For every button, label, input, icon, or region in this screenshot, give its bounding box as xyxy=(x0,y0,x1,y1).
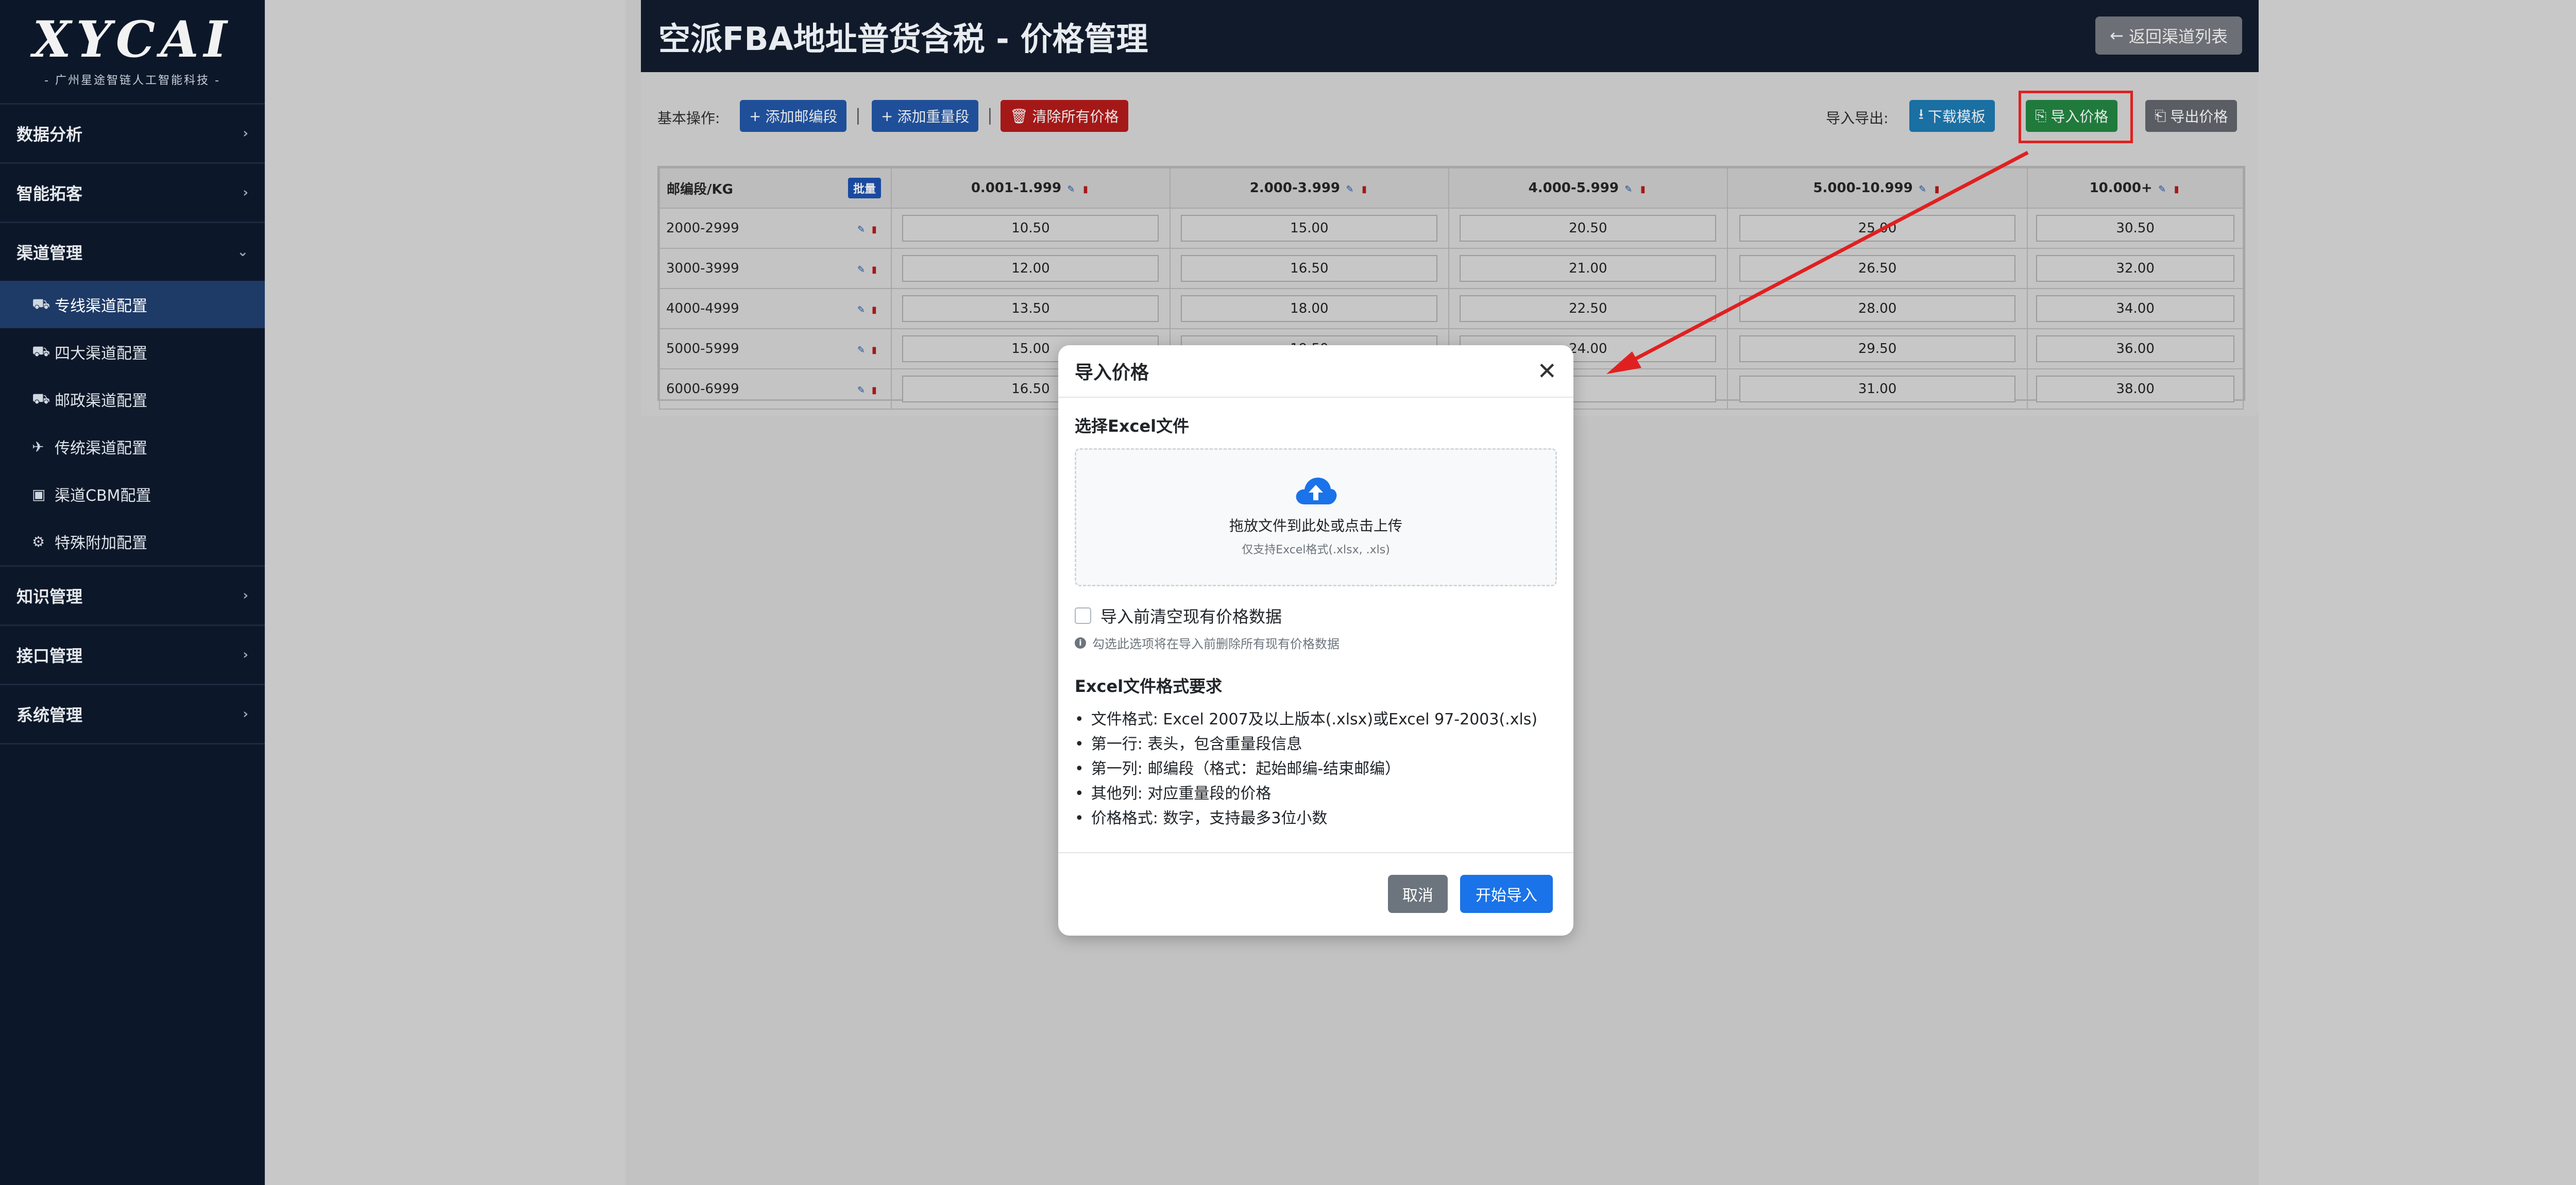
cancel-button[interactable]: 取消 xyxy=(1388,875,1448,913)
cloud-upload-icon xyxy=(1076,475,1555,509)
help-text: 勾选此选项将在导入前删除所有现有价格数据 xyxy=(1092,637,1340,651)
list-item: 价格格式: 数字，支持最多3位小数 xyxy=(1075,806,1557,831)
close-icon[interactable]: ✕ xyxy=(1537,357,1557,385)
list-item: 其他列: 对应重量段的价格 xyxy=(1075,782,1557,806)
upload-format-hint: 仅支持Excel格式(.xlsx, .xls) xyxy=(1242,544,1390,556)
info-icon: i xyxy=(1075,637,1086,649)
arrow-line xyxy=(1627,150,2029,365)
requirements-list: 文件格式: Excel 2007及以上版本(.xlsx)或Excel 97-20… xyxy=(1075,707,1557,831)
import-prices-modal: 导入价格 ✕ 选择Excel文件 拖放文件到此处或点击上传 仅支持Excel格式… xyxy=(1058,345,1573,936)
clear-existing-checkbox[interactable] xyxy=(1075,607,1091,624)
start-import-button[interactable]: 开始导入 xyxy=(1460,875,1553,913)
arrow-head xyxy=(1606,351,1641,374)
requirements-title: Excel文件格式要求 xyxy=(1075,676,1223,696)
modal-footer: 取消 开始导入 xyxy=(1058,852,1573,936)
checkbox-label[interactable]: 导入前清空现有价格数据 xyxy=(1100,604,1282,628)
list-item: 第一列: 邮编段（格式：起始邮编-结束邮编） xyxy=(1075,757,1557,782)
clear-existing-help: i 勾选此选项将在导入前删除所有现有价格数据 xyxy=(1075,634,1557,652)
file-select-label: 选择Excel文件 xyxy=(1075,416,1190,436)
clear-existing-option: 导入前清空现有价格数据 xyxy=(1075,604,1557,628)
modal-title: 导入价格 xyxy=(1075,362,1149,383)
modal-body: 选择Excel文件 拖放文件到此处或点击上传 仅支持Excel格式(.xlsx,… xyxy=(1058,398,1573,855)
modal-header: 导入价格 ✕ xyxy=(1058,345,1573,398)
list-item: 文件格式: Excel 2007及以上版本(.xlsx)或Excel 97-20… xyxy=(1075,707,1557,732)
list-item: 第一行: 表头，包含重量段信息 xyxy=(1075,732,1557,757)
file-upload-dropzone[interactable]: 拖放文件到此处或点击上传 仅支持Excel格式(.xlsx, .xls) xyxy=(1075,448,1557,586)
upload-instruction: 拖放文件到此处或点击上传 xyxy=(1229,517,1402,534)
